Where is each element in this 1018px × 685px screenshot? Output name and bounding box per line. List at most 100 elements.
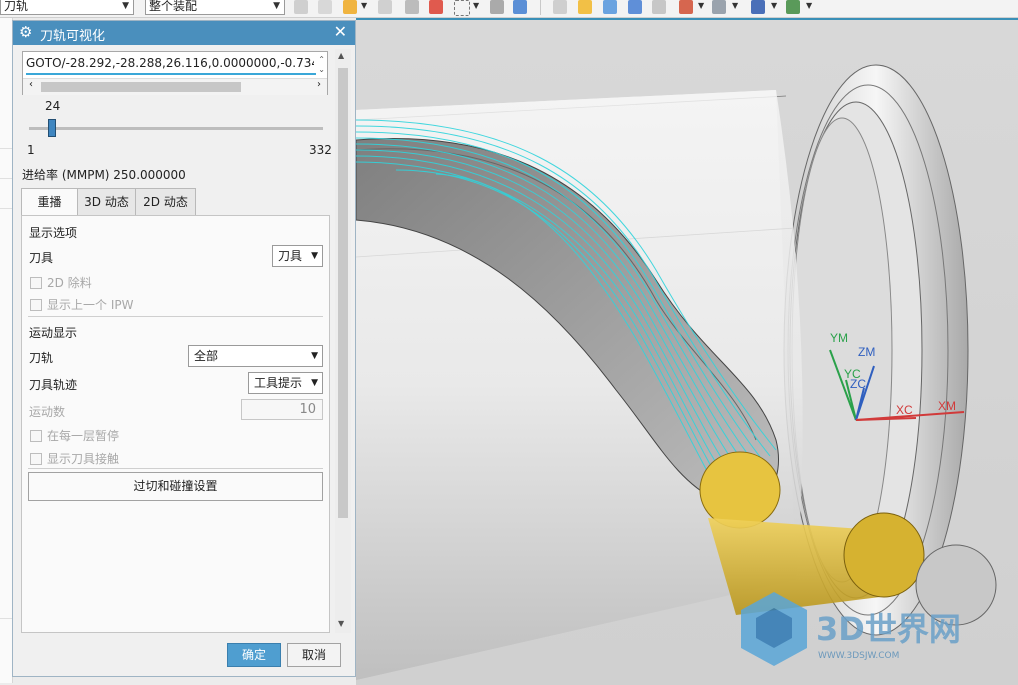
axis-label-xc: XC [896, 403, 913, 417]
layer-icon[interactable] [679, 0, 693, 14]
strip-divider [0, 178, 12, 179]
listbox-spin[interactable]: ⌃ ⌄ [318, 55, 325, 75]
axis-label-zm: ZM [858, 345, 875, 359]
display-options-heading: 显示选项 [29, 226, 78, 240]
slider-current-value: 24 [45, 99, 61, 113]
ok-button[interactable]: 确定 [227, 643, 281, 667]
tool-trace-dropdown[interactable]: 工具提示 ▼ [248, 372, 323, 394]
axis-label-zc: ZC [850, 377, 866, 391]
chevron-down-icon[interactable]: ▼ [732, 1, 738, 10]
scrollbar-thumb[interactable] [41, 82, 241, 92]
goto-line[interactable]: GOTO/-28.292,-28.288,26.116,0.0000000,-0… [26, 56, 314, 70]
edit-object-icon[interactable] [786, 0, 800, 14]
tool-trace-value: 工具提示 [254, 376, 303, 390]
tab-2d-dynamic[interactable]: 2D 动态 [135, 188, 196, 215]
render-style-icon[interactable] [712, 0, 726, 14]
tool-label: 刀具 [29, 251, 54, 265]
cancel-button[interactable]: 取消 [287, 643, 341, 667]
dialog-title: 刀轨可视化 [40, 29, 106, 44]
chevron-down-icon: ▼ [273, 1, 280, 11]
endpoint-icon[interactable] [378, 0, 392, 14]
chevron-down-icon: ▼ [122, 1, 129, 11]
chevron-down-icon[interactable]: ⌄ [318, 65, 325, 74]
dialog-vertical-scrollbar[interactable]: ▲ ▼ [335, 49, 351, 633]
tool-tip [699, 451, 781, 529]
window-select-icon[interactable] [454, 0, 470, 16]
tab-3d-dynamic-label: 3D 动态 [84, 195, 129, 209]
cancel-button-label: 取消 [301, 648, 326, 662]
flange-inner [791, 117, 893, 583]
axis-label-ym: YM [830, 331, 848, 345]
chevron-down-icon[interactable]: ▼ [361, 1, 367, 10]
goto-listbox[interactable]: GOTO/-28.292,-28.288,26.116,0.0000000,-0… [22, 51, 328, 95]
toolpath-visualization-dialog: ⚙ 刀轨可视化 ✕ GOTO/-28.292,-28.288,26.116,0.… [12, 20, 356, 677]
watermark-brand: 3D世界网 [816, 610, 961, 648]
slider-max-label: 332 [309, 143, 332, 157]
material-removal-2d-checkbox[interactable] [30, 277, 42, 289]
view-orient-icon[interactable] [652, 0, 666, 14]
zoom-icon[interactable] [578, 0, 592, 14]
strip-divider [0, 148, 12, 149]
graphics-viewport[interactable]: YM ZM YC ZC XC XM 3D世界网 WWW.3DSJW.COM 5 [356, 18, 1018, 685]
toolpath-display-dropdown[interactable]: 全部 ▼ [188, 345, 323, 367]
motion-count-value: 10 [299, 402, 316, 417]
gear-icon: ⚙ [19, 23, 33, 41]
chevron-down-icon[interactable]: ▼ [771, 1, 777, 10]
scroll-down-icon[interactable]: ▼ [338, 619, 344, 628]
scroll-up-icon[interactable]: ▲ [338, 51, 344, 60]
gouge-collision-settings-button[interactable]: 过切和碰撞设置 [28, 472, 323, 501]
toolbar-separator [540, 0, 541, 15]
cube-view-icon[interactable] [513, 0, 527, 14]
pause-each-layer-checkbox[interactable] [30, 430, 42, 442]
tab-3d-dynamic[interactable]: 3D 动态 [77, 188, 136, 215]
chevron-down-icon: ▼ [311, 251, 318, 261]
axis-label-xm: XM [938, 399, 956, 413]
close-icon[interactable]: ✕ [334, 22, 347, 41]
shading-icon[interactable] [751, 0, 765, 14]
control-point-icon[interactable] [429, 0, 443, 14]
scrollbar-thumb[interactable] [338, 68, 348, 518]
tab-2d-dynamic-label: 2D 动态 [143, 195, 188, 209]
tools-icon[interactable] [490, 0, 504, 14]
replay-tab-panel: 显示选项 刀具 刀具 ▼ 2D 除料 显示上一个 IPW 运动显示 刀轨 全部 … [21, 215, 330, 633]
chevron-down-icon[interactable]: ▼ [806, 1, 812, 10]
type-filter-value: 刀轨 [4, 0, 29, 13]
motion-count-field[interactable]: 10 [241, 399, 323, 420]
show-previous-ipw-checkbox[interactable] [30, 299, 42, 311]
scroll-right-icon[interactable]: › [317, 79, 321, 90]
toolpath-display-value: 全部 [194, 349, 219, 363]
snap-point-icon[interactable] [318, 0, 332, 14]
select-feature-icon[interactable] [294, 0, 308, 14]
tool-display-value: 刀具 [278, 249, 303, 263]
chevron-down-icon: ▼ [311, 378, 318, 388]
selection-scope-dropdown[interactable]: 整个装配 ▼ [145, 0, 285, 15]
goto-selection-underline [26, 73, 316, 75]
strip-divider [0, 618, 12, 619]
gouge-collision-settings-label: 过切和碰撞设置 [133, 479, 218, 493]
chevron-down-icon: ▼ [311, 351, 318, 361]
midpoint-icon[interactable] [405, 0, 419, 14]
chevron-down-icon[interactable]: ▼ [698, 1, 704, 10]
motion-slider-track[interactable] [29, 127, 323, 130]
tool-display-dropdown[interactable]: 刀具 ▼ [272, 245, 323, 267]
top-toolbar: 刀轨 ▼ 整个装配 ▼ ▼ ▼ ▼ ▼ ▼ ▼ [0, 0, 1018, 18]
pan-icon[interactable] [628, 0, 642, 14]
section-divider [28, 316, 323, 317]
tab-replay[interactable]: 重播 [21, 188, 78, 217]
fit-view-icon[interactable] [553, 0, 567, 14]
motion-count-label: 运动数 [29, 405, 66, 419]
pause-each-layer-label: 在每一层暂停 [47, 429, 120, 443]
dialog-title-bar[interactable]: ⚙ 刀轨可视化 ✕ [13, 21, 355, 45]
point-type-icon[interactable] [343, 0, 357, 14]
rotate-icon[interactable] [603, 0, 617, 14]
chevron-down-icon[interactable]: ▼ [473, 1, 479, 10]
type-filter-dropdown[interactable]: 刀轨 ▼ [0, 0, 134, 15]
horizontal-scrollbar[interactable]: ‹ › [23, 78, 327, 95]
show-tool-contact-checkbox[interactable] [30, 453, 42, 465]
show-previous-ipw-label: 显示上一个 IPW [47, 298, 134, 312]
scroll-left-icon[interactable]: ‹ [29, 79, 33, 90]
part-model-drawing: YM ZM YC ZC XC XM 3D世界网 WWW.3DSJW.COM [356, 64, 997, 680]
strip-divider [0, 208, 12, 209]
motion-slider-thumb[interactable] [48, 119, 56, 137]
chevron-up-icon[interactable]: ⌃ [318, 55, 325, 64]
